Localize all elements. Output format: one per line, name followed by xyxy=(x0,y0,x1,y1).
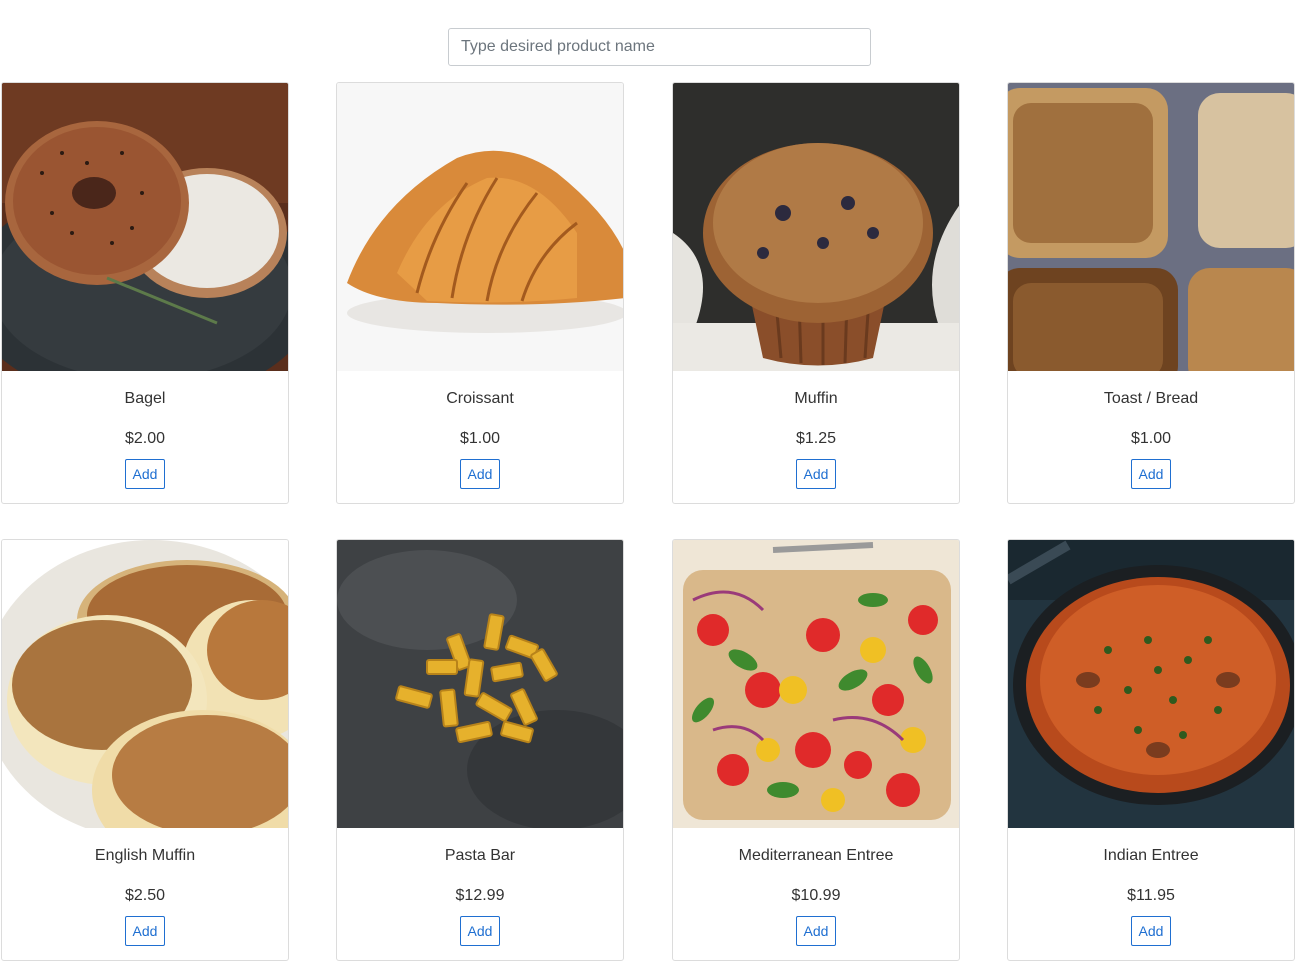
add-button[interactable]: Add xyxy=(795,916,837,946)
add-button[interactable]: Add xyxy=(1130,916,1172,946)
product-name: English Muffin xyxy=(94,847,196,864)
product-name: Indian Entree xyxy=(1103,847,1199,864)
product-name: Croissant xyxy=(446,390,514,407)
add-button[interactable]: Add xyxy=(795,459,837,489)
toast-image xyxy=(1008,83,1294,371)
bagel-image xyxy=(2,83,288,371)
product-price: $2.00 xyxy=(124,430,166,447)
salad-image xyxy=(673,540,959,828)
product-price: $1.00 xyxy=(459,430,501,447)
product-name: Toast / Bread xyxy=(1103,390,1199,407)
product-card-mediterranean-entree: Mediterranean Entree $10.99 Add xyxy=(672,539,960,961)
add-button[interactable]: Add xyxy=(124,916,166,946)
product-card-muffin: Muffin $1.25 Add xyxy=(672,82,960,504)
croissant-image xyxy=(337,83,623,371)
product-card-croissant: Croissant $1.00 Add xyxy=(336,82,624,504)
product-price: $12.99 xyxy=(455,887,505,904)
product-name: Bagel xyxy=(124,390,166,407)
product-price: $1.25 xyxy=(795,430,837,447)
add-button[interactable]: Add xyxy=(459,459,501,489)
product-price: $2.50 xyxy=(124,887,166,904)
curry-image xyxy=(1008,540,1294,828)
pasta-image xyxy=(337,540,623,828)
product-name: Mediterranean Entree xyxy=(738,847,894,864)
product-card-toast: Toast / Bread $1.00 Add xyxy=(1007,82,1295,504)
add-button[interactable]: Add xyxy=(459,916,501,946)
add-button[interactable]: Add xyxy=(1130,459,1172,489)
product-card-bagel: Bagel $2.00 Add xyxy=(1,82,289,504)
search-input[interactable] xyxy=(448,28,871,66)
product-name: Pasta Bar xyxy=(444,847,516,864)
muffin-image xyxy=(673,83,959,371)
search-bar xyxy=(448,28,871,66)
product-card-indian-entree: Indian Entree $11.95 Add xyxy=(1007,539,1295,961)
product-price: $11.95 xyxy=(1127,887,1175,904)
english-muffin-image xyxy=(2,540,288,828)
product-price: $1.00 xyxy=(1130,430,1172,447)
product-card-english-muffin: English Muffin $2.50 Add xyxy=(1,539,289,961)
product-name: Muffin xyxy=(794,390,838,407)
product-card-pasta-bar: Pasta Bar $12.99 Add xyxy=(336,539,624,961)
add-button[interactable]: Add xyxy=(124,459,166,489)
product-price: $10.99 xyxy=(791,887,841,904)
